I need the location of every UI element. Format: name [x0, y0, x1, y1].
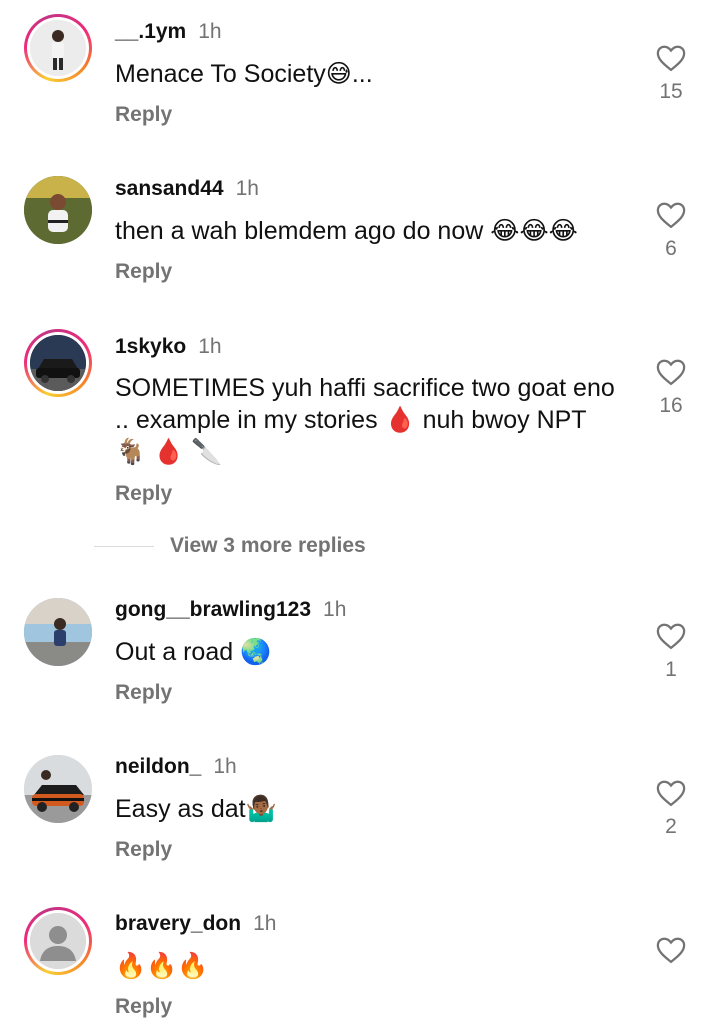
- avatar[interactable]: [24, 176, 92, 244]
- reply-button[interactable]: Reply: [115, 260, 172, 284]
- username[interactable]: sansand44: [115, 177, 224, 200]
- like-count: 6: [665, 237, 677, 260]
- like-button[interactable]: 2: [650, 779, 692, 839]
- heart-icon: [656, 202, 686, 229]
- reply-button[interactable]: Reply: [115, 103, 172, 127]
- timestamp: 1h: [213, 755, 237, 778]
- reply-button[interactable]: Reply: [115, 681, 172, 705]
- avatar[interactable]: [24, 14, 92, 82]
- heart-icon: [656, 623, 686, 650]
- reply-button[interactable]: Reply: [115, 838, 172, 862]
- like-button[interactable]: 6: [650, 201, 692, 261]
- timestamp: 1h: [198, 335, 222, 358]
- reply-button[interactable]: Reply: [115, 995, 172, 1019]
- heart-icon: [656, 359, 686, 386]
- timestamp: 1h: [198, 20, 222, 43]
- comment-text: Out a road 🌏: [115, 638, 272, 666]
- username[interactable]: neildon_: [115, 755, 201, 778]
- comment-text: Easy as dat🤷🏾‍♂️: [115, 795, 277, 823]
- username[interactable]: 1skyko: [115, 335, 186, 358]
- view-more-replies-label[interactable]: View 3 more replies: [170, 534, 366, 558]
- username[interactable]: __.1ym: [115, 20, 186, 43]
- comment-text: 🔥🔥🔥: [115, 952, 209, 980]
- like-button[interactable]: 15: [650, 44, 692, 104]
- comment-text: SOMETIMES yuh haffi sacrifice two goat e…: [115, 374, 615, 466]
- comment-text: then a wah blemdem ago do now 😂😂😂: [115, 217, 578, 245]
- like-count: 1: [665, 658, 677, 681]
- timestamp: 1h: [323, 598, 347, 621]
- like-button[interactable]: [650, 936, 692, 972]
- avatar[interactable]: [24, 907, 92, 975]
- replies-divider: [94, 546, 154, 547]
- avatar[interactable]: [24, 329, 92, 397]
- reply-button[interactable]: Reply: [115, 482, 172, 506]
- username[interactable]: gong__brawling123: [115, 598, 311, 621]
- username[interactable]: bravery_don: [115, 912, 241, 935]
- timestamp: 1h: [235, 177, 259, 200]
- like-count: 2: [665, 815, 677, 838]
- like-button[interactable]: 1: [650, 622, 692, 682]
- like-count: 16: [659, 394, 683, 417]
- avatar[interactable]: [24, 598, 92, 666]
- heart-icon: [656, 937, 686, 964]
- heart-icon: [656, 780, 686, 807]
- like-button[interactable]: 16: [650, 358, 692, 418]
- timestamp: 1h: [253, 912, 277, 935]
- comment-text: Menace To Society😅...: [115, 60, 373, 88]
- like-count: 15: [659, 80, 683, 103]
- avatar[interactable]: [24, 755, 92, 823]
- heart-icon: [656, 45, 686, 72]
- default-avatar-icon: [30, 913, 86, 969]
